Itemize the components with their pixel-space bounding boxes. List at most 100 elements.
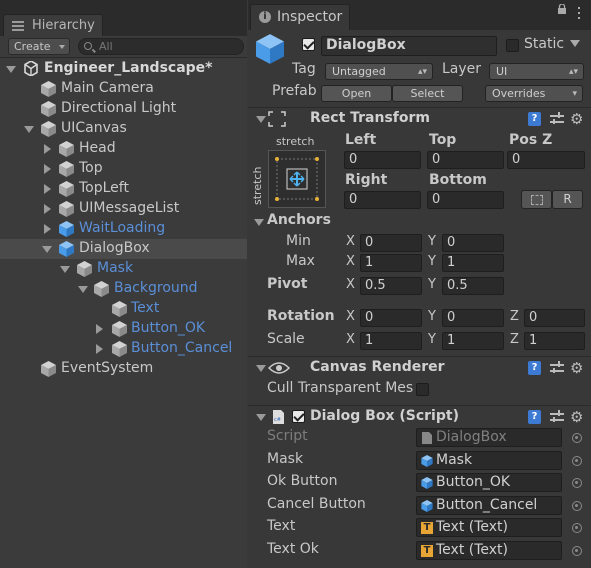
raw-edit-button[interactable]: R	[552, 190, 583, 209]
hierarchy-item[interactable]: UIMessageList	[0, 199, 247, 219]
prefab-open-button[interactable]: Open	[321, 85, 392, 102]
collapse-arrow-icon[interactable]	[256, 365, 266, 372]
axis-y-label: Y	[428, 309, 436, 324]
expand-arrow-icon[interactable]	[44, 204, 51, 214]
gameobject-cube-icon	[59, 161, 74, 177]
expand-arrow-icon[interactable]	[44, 164, 51, 174]
presets-sliders-icon[interactable]	[550, 361, 564, 375]
rotation-z-field[interactable]: 0	[524, 309, 585, 327]
help-book-icon[interactable]: ?	[528, 410, 541, 424]
expand-arrow-icon[interactable]	[60, 266, 70, 273]
cull-transparent-checkbox[interactable]	[416, 383, 429, 396]
mask-field-value: Mask	[436, 452, 473, 468]
hierarchy-item[interactable]: TopLeft	[0, 179, 247, 199]
object-picker-icon[interactable]	[572, 546, 582, 556]
tag-dropdown[interactable]: Untagged ▴▾	[325, 63, 433, 80]
hierarchy-item[interactable]: UICanvas	[0, 119, 247, 139]
chevron-down-icon[interactable]	[570, 40, 580, 47]
create-dropdown[interactable]: Create	[8, 38, 70, 55]
prefab-cube-icon	[421, 477, 433, 489]
hierarchy-item[interactable]: Top	[0, 159, 247, 179]
collapse-arrow-icon[interactable]	[254, 219, 264, 226]
left-field[interactable]: 0	[344, 151, 421, 169]
pivot-x-field[interactable]: 0.5	[360, 277, 422, 295]
hierarchy-item[interactable]: Button_Cancel	[0, 339, 247, 359]
scale-x-field[interactable]: 1	[360, 332, 422, 350]
right-field[interactable]: 0	[344, 191, 421, 209]
static-checkbox[interactable]	[506, 39, 519, 52]
inspector-tab[interactable]: i Inspector	[250, 4, 350, 30]
prefab-select-button[interactable]: Select	[392, 85, 463, 102]
panel-menu-icon[interactable]	[573, 5, 585, 23]
posz-field[interactable]: 0	[507, 151, 585, 169]
scale-y-field[interactable]: 1	[442, 332, 504, 350]
hierarchy-item[interactable]: EventSystem	[0, 359, 247, 379]
scene-root-row[interactable]: Engineer_Landscape*	[0, 59, 247, 79]
hierarchy-search-input[interactable]: All	[78, 38, 244, 55]
expand-arrow-icon[interactable]	[96, 324, 103, 334]
object-picker-icon[interactable]	[572, 456, 582, 466]
object-picker-icon[interactable]	[572, 501, 582, 511]
top-field[interactable]: 0	[427, 151, 504, 169]
prefab-cube-icon	[256, 34, 284, 64]
text-ok-object-field[interactable]: T Text (Text)	[416, 541, 562, 560]
presets-sliders-icon[interactable]	[550, 410, 564, 424]
anchor-max-x-field[interactable]: 1	[360, 254, 422, 272]
expand-arrow-icon[interactable]	[44, 224, 51, 234]
expand-arrow-icon[interactable]	[6, 66, 16, 73]
canvas-renderer-header[interactable]: Canvas Renderer ? ⚙	[248, 356, 591, 378]
expand-arrow-icon[interactable]	[42, 246, 52, 253]
expand-arrow-icon[interactable]	[44, 144, 51, 154]
text-object-field[interactable]: T Text (Text)	[416, 518, 562, 537]
blueprint-mode-button[interactable]	[521, 190, 552, 209]
anchor-presets-button[interactable]	[268, 150, 326, 208]
active-checkbox[interactable]	[302, 38, 315, 51]
hierarchy-item-label: UICanvas	[61, 120, 127, 136]
gear-icon[interactable]: ⚙	[570, 360, 586, 376]
scale-z-field[interactable]: 1	[524, 332, 585, 350]
hierarchy-item[interactable]: Directional Light	[0, 99, 247, 119]
script-enabled-checkbox[interactable]	[292, 410, 305, 423]
expand-arrow-icon[interactable]	[96, 344, 103, 354]
dialog-box-script-header[interactable]: c# Dialog Box (Script) ? ⚙	[248, 405, 591, 427]
hierarchy-item-selected[interactable]: DialogBox	[0, 239, 247, 259]
hierarchy-tab[interactable]: Hierarchy	[3, 14, 103, 36]
object-name-field[interactable]: DialogBox	[321, 36, 497, 56]
hierarchy-item[interactable]: Background	[0, 279, 247, 299]
collapse-arrow-icon[interactable]	[256, 116, 266, 123]
rect-transform-header[interactable]: Rect Transform ? ⚙	[248, 107, 591, 129]
gear-icon[interactable]: ⚙	[570, 409, 586, 425]
expand-arrow-icon[interactable]	[78, 286, 88, 293]
pivot-y-field[interactable]: 0.5	[442, 277, 504, 295]
ok-button-object-field[interactable]: Button_OK	[416, 473, 562, 492]
object-picker-icon[interactable]	[572, 478, 582, 488]
expand-arrow-icon[interactable]	[44, 184, 51, 194]
bottom-field[interactable]: 0	[427, 191, 504, 209]
anchor-min-x-field[interactable]: 0	[360, 234, 422, 252]
expand-arrow-icon[interactable]	[24, 126, 34, 133]
presets-sliders-icon[interactable]	[550, 112, 564, 126]
rotation-x-field[interactable]: 0	[360, 309, 422, 327]
rotation-y-field[interactable]: 0	[442, 309, 504, 327]
component-header-icons: ? ⚙	[528, 409, 588, 425]
hierarchy-tab-bar: Hierarchy	[0, 0, 247, 36]
hierarchy-item[interactable]: Button_OK	[0, 319, 247, 339]
gear-icon[interactable]: ⚙	[570, 111, 586, 127]
cancel-button-object-field[interactable]: Button_Cancel	[416, 496, 562, 515]
lock-icon[interactable]	[557, 4, 567, 14]
anchor-max-y-field[interactable]: 1	[442, 254, 504, 272]
layer-dropdown[interactable]: UI ▴▾	[489, 63, 584, 80]
collapse-arrow-icon[interactable]	[256, 414, 266, 421]
script-field-value: DialogBox	[436, 429, 507, 445]
hierarchy-item[interactable]: Main Camera	[0, 79, 247, 99]
hierarchy-item[interactable]: Text	[0, 299, 247, 319]
hierarchy-item[interactable]: WaitLoading	[0, 219, 247, 239]
hierarchy-item[interactable]: Mask	[0, 259, 247, 279]
anchor-min-y-field[interactable]: 0	[442, 234, 504, 252]
hierarchy-item[interactable]: Head	[0, 139, 247, 159]
object-picker-icon[interactable]	[572, 523, 582, 533]
overrides-dropdown[interactable]: Overrides ▾	[485, 85, 583, 102]
mask-object-field[interactable]: Mask	[416, 451, 562, 470]
help-book-icon[interactable]: ?	[528, 361, 541, 375]
help-book-icon[interactable]: ?	[528, 112, 541, 126]
